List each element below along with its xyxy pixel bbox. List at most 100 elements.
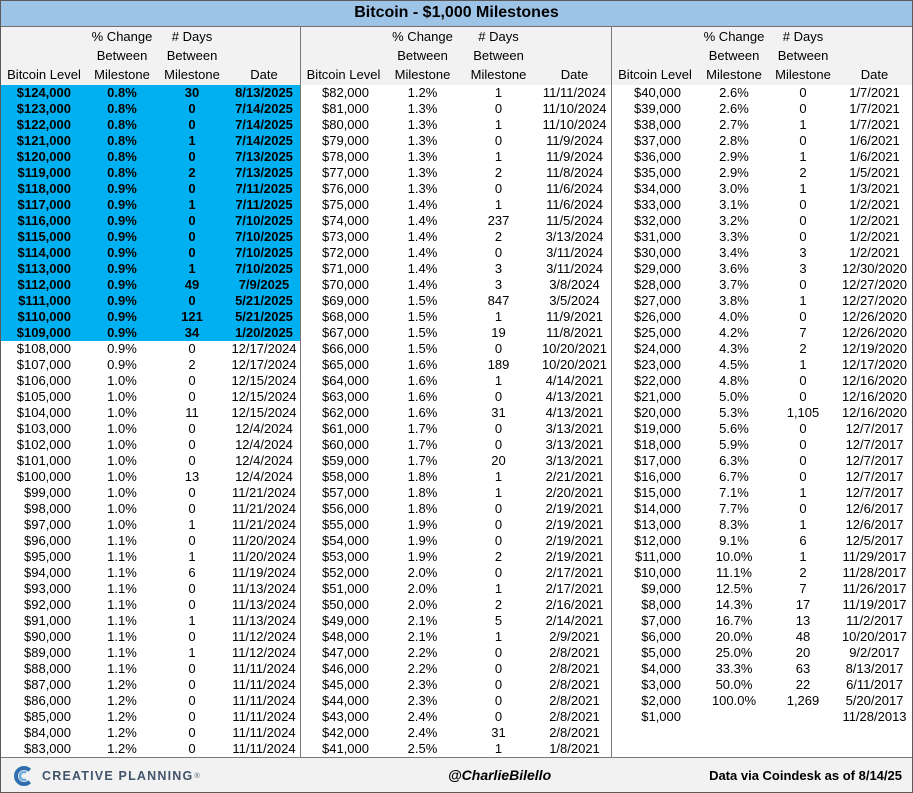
pct-change-cell: 1.0% [107,437,137,452]
bitcoin-level-cell: $39,000 [634,101,681,116]
days-between-cell: 0 [188,437,196,452]
date-cell: 11/9/2024 [546,133,603,148]
pct-change-cell: 20.0% [715,629,753,644]
days-between-cell: 0 [188,213,196,228]
days-between-cell: 1 [494,741,503,756]
days-between-cell: 0 [799,437,807,452]
table-row: $99,000 1.0% 0 11/21/2024 [0,485,300,501]
days-between-cell: 3 [799,261,807,276]
table-row: $26,000 4.0% 0 12/26/2020 [612,309,913,325]
pct-change-cell: 0.8% [107,101,137,116]
pct-change-cell: 1.2% [107,725,137,740]
bitcoin-level-cell: $42,000 [322,725,369,740]
data-source-note: Data via Coindesk as of 8/14/25 [709,768,902,783]
bitcoin-level-cell: $16,000 [634,469,681,484]
date-cell: 3/13/2021 [545,437,604,452]
date-cell: 1/2/2021 [849,229,900,244]
bitcoin-level-cell: $80,000 [322,117,369,132]
bitcoin-level-cell: $1,000 [641,709,681,724]
bitcoin-level-cell: $12,000 [634,533,681,548]
days-between-cell: 1 [799,357,807,372]
days-between-cell: 0 [188,149,196,164]
table-row: $15,000 7.1% 1 12/7/2017 [612,485,913,501]
date-cell: 2/14/2021 [545,613,604,628]
bitcoin-level-cell: $44,000 [322,693,369,708]
pct-change-cell: 3.7% [719,277,749,292]
days-between-cell: 1 [799,181,807,196]
bitcoin-level-cell: $76,000 [322,181,369,196]
table-row: $4,000 33.3% 63 8/13/2017 [612,661,913,677]
bitcoin-level-cell: $48,000 [322,629,369,644]
date-cell: 12/4/2024 [235,453,293,468]
date-cell: 1/2/2021 [849,245,900,260]
days-between-cell: 0 [494,501,503,516]
bitcoin-level-cell: $41,000 [322,741,369,756]
pct-change-cell: 1.1% [107,597,137,612]
date-cell: 11/12/2024 [231,629,297,644]
pct-change-cell: 1.3% [407,165,438,180]
pct-change-cell: 3.4% [719,245,749,260]
header-days-line: Milestone [164,67,220,82]
days-between-cell: 0 [188,245,196,260]
pct-change-cell: 1.2% [107,677,137,692]
days-between-cell: 7 [799,581,807,596]
bitcoin-level-cell: $89,000 [24,645,71,660]
table-row: $53,000 1.9% 2 2/19/2021 [301,549,611,565]
days-between-cell: 0 [188,373,196,388]
date-cell: 11/20/2024 [231,549,297,564]
table-row: $89,000 1.1% 1 11/12/2024 [0,645,300,661]
days-between-cell: 0 [799,389,807,404]
bitcoin-level-cell: $43,000 [322,709,369,724]
table-row: $12,000 9.1% 6 12/5/2017 [612,533,913,549]
bitcoin-level-cell: $86,000 [24,693,71,708]
pct-change-cell: 2.0% [407,581,438,596]
table-row: $65,000 1.6% 189 10/20/2021 [301,357,611,373]
date-cell: 11/11/2024 [542,85,607,100]
pct-change-cell: 1.4% [407,197,438,212]
days-between-cell: 847 [487,293,510,308]
table-row: $28,000 3.7% 0 12/27/2020 [612,277,913,293]
pct-change-cell: 1.0% [107,453,137,468]
date-cell: 7/9/2025 [238,277,290,292]
table-row-highlighted: $115,000 0.9% 0 7/10/2025 [0,229,300,245]
days-between-cell: 0 [799,421,807,436]
days-between-cell: 2 [494,597,503,612]
pct-change-cell: 1.3% [407,149,438,164]
pct-change-cell: 2.0% [407,597,438,612]
pct-change-cell: 2.1% [407,613,438,628]
date-cell: 11/29/2017 [842,549,907,564]
bitcoin-level-cell: $90,000 [24,629,71,644]
date-cell: 11/9/2021 [546,309,603,324]
table-row: $33,000 3.1% 0 1/2/2021 [612,197,913,213]
days-between-cell: 63 [795,661,811,676]
days-between-cell: 0 [188,341,196,356]
milestones-table: Bitcoin Level% Change Between Milestone # D… [0,27,913,757]
date-cell: 1/7/2021 [849,85,900,100]
header-pct-line: % Change [703,29,765,44]
brand-name: CREATIVE PLANNING [42,769,194,783]
date-cell: 12/7/2017 [845,485,904,500]
pct-change-cell: 2.3% [407,677,438,692]
header-pct-line: Milestone [94,67,150,82]
days-between-cell: 0 [494,437,503,452]
pct-change-cell: 16.7% [715,613,753,628]
pct-change-cell: 1.4% [407,245,438,260]
date-cell: 11/13/2024 [231,613,297,628]
header-pct-line: Between [708,48,760,63]
bitcoin-level-cell: $18,000 [634,437,681,452]
pct-change-cell: 1.3% [407,181,438,196]
table-header: Bitcoin Level% Change Between Milestone # D… [612,27,913,85]
days-between-cell: 17 [795,597,811,612]
bitcoin-level-cell: $94,000 [24,565,71,580]
table-row-highlighted: $117,000 0.9% 1 7/11/2025 [0,197,300,213]
date-cell: 4/14/2021 [545,373,604,388]
bitcoin-level-cell: $22,000 [634,373,681,388]
pct-change-cell: 2.6% [719,85,749,100]
pct-change-cell: 1.8% [407,485,438,500]
date-cell: 5/20/2017 [845,693,904,708]
pct-change-cell: 33.3% [715,661,753,676]
bitcoin-level-cell: $96,000 [24,533,71,548]
bitcoin-level-cell: $83,000 [24,741,71,756]
days-between-cell: 0 [188,453,196,468]
footer: CREATIVE PLANNING ® @CharlieBilello Data … [0,757,913,793]
